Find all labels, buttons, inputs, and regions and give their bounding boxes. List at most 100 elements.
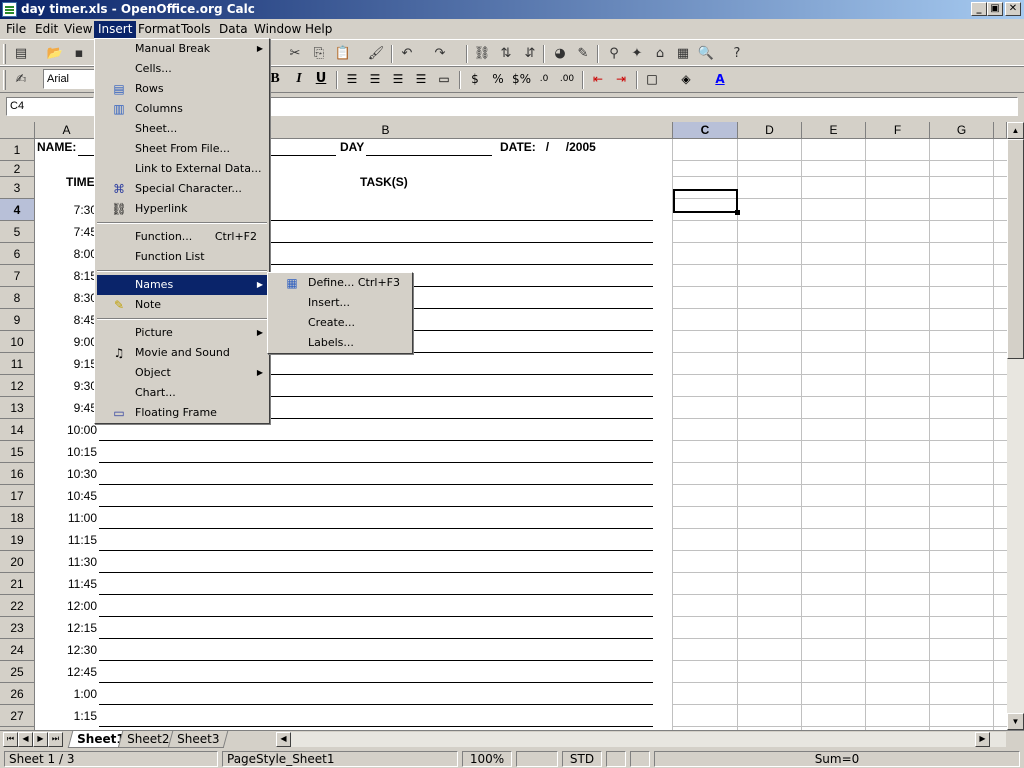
find-replace-icon[interactable]: ⚲: [605, 45, 623, 63]
toolbar-grip[interactable]: [3, 44, 6, 64]
column-header-f[interactable]: F: [866, 122, 930, 139]
menu-item-link-external-data[interactable]: Link to External Data...: [97, 159, 267, 179]
background-color-icon[interactable]: ◈: [677, 70, 695, 88]
next-sheet-icon[interactable]: ▶: [33, 732, 48, 747]
row-header[interactable]: 11: [0, 353, 35, 375]
row-header[interactable]: 3: [0, 177, 35, 199]
last-sheet-icon[interactable]: ⏭: [48, 732, 63, 747]
menu-item-define[interactable]: ▦ Define... Ctrl+F3: [270, 273, 410, 293]
menu-item-create-name[interactable]: Create...: [270, 313, 410, 333]
styles-icon[interactable]: ✍: [12, 71, 30, 89]
column-header-h[interactable]: [994, 122, 1007, 139]
menu-item-hyperlink[interactable]: ⛓ Hyperlink: [97, 199, 267, 219]
active-cell-cursor[interactable]: [673, 189, 740, 215]
menu-view[interactable]: View: [60, 21, 96, 38]
font-name-input[interactable]: Arial: [43, 69, 98, 89]
navigator-icon[interactable]: ✦: [628, 45, 646, 63]
row-header[interactable]: 4: [0, 199, 35, 221]
row-header[interactable]: 13: [0, 397, 35, 419]
menu-item-insert-name[interactable]: Insert...: [270, 293, 410, 313]
menu-item-object[interactable]: Object ▶: [97, 363, 267, 383]
add-decimal-icon[interactable]: .0: [535, 70, 553, 88]
open-icon[interactable]: 📂: [46, 45, 64, 63]
menu-item-note[interactable]: ✎ Note: [97, 295, 267, 315]
increase-indent-icon[interactable]: ⇥: [612, 70, 630, 88]
undo-icon[interactable]: ↶: [398, 45, 416, 63]
row-header[interactable]: 25: [0, 661, 35, 683]
menu-item-floating-frame[interactable]: ▭ Floating Frame: [97, 403, 267, 423]
insert-chart-icon[interactable]: ◕: [551, 45, 569, 63]
menu-item-cells[interactable]: Cells...: [97, 59, 267, 79]
show-draw-functions-icon[interactable]: ✎: [574, 45, 592, 63]
menu-item-labels[interactable]: Labels...: [270, 333, 410, 353]
minimize-button[interactable]: _: [971, 2, 987, 16]
toolbar-grip[interactable]: [3, 70, 6, 90]
row-header[interactable]: 1: [0, 139, 35, 161]
gallery-icon[interactable]: ⌂: [651, 45, 669, 63]
row-header[interactable]: 21: [0, 573, 35, 595]
decrease-indent-icon[interactable]: ⇤: [589, 70, 607, 88]
copy-icon[interactable]: ⎘: [310, 45, 328, 63]
menu-item-sheet-from-file[interactable]: Sheet From File...: [97, 139, 267, 159]
menu-tools[interactable]: Tools: [177, 21, 215, 38]
row-header[interactable]: 16: [0, 463, 35, 485]
menu-item-special-character[interactable]: ⌘ Special Character...: [97, 179, 267, 199]
merge-cells-icon[interactable]: ▭: [435, 70, 453, 88]
menu-item-picture[interactable]: Picture ▶: [97, 323, 267, 343]
sheet-tab-sheet3[interactable]: Sheet3: [167, 731, 229, 748]
row-header[interactable]: 10: [0, 331, 35, 353]
row-header[interactable]: 5: [0, 221, 35, 243]
help-icon[interactable]: ?: [728, 45, 746, 63]
row-header[interactable]: 23: [0, 617, 35, 639]
cut-icon[interactable]: ✂: [286, 45, 304, 63]
name-box[interactable]: C4: [6, 97, 94, 116]
paste-icon[interactable]: 📋: [334, 45, 352, 63]
menu-item-function-list[interactable]: Function List: [97, 247, 267, 267]
sort-descending-icon[interactable]: ⇵: [521, 45, 539, 63]
menu-help[interactable]: Help: [301, 21, 336, 38]
vertical-scroll-thumb[interactable]: [1007, 139, 1024, 359]
italic-button[interactable]: I: [290, 70, 308, 88]
row-header[interactable]: 24: [0, 639, 35, 661]
menu-edit[interactable]: Edit: [31, 21, 62, 38]
row-header[interactable]: 27: [0, 705, 35, 727]
align-right-icon[interactable]: ☰: [389, 70, 407, 88]
borders-icon[interactable]: □: [643, 70, 661, 88]
clone-formatting-icon[interactable]: 🖌: [367, 45, 385, 63]
selection-mode-status[interactable]: STD: [562, 751, 602, 767]
menu-item-function[interactable]: Function... Ctrl+F2: [97, 227, 267, 247]
scroll-right-arrow-icon[interactable]: ▶: [975, 732, 990, 747]
underline-button[interactable]: U: [312, 70, 330, 88]
row-header[interactable]: 17: [0, 485, 35, 507]
redo-icon[interactable]: ↷: [431, 45, 449, 63]
row-header[interactable]: 22: [0, 595, 35, 617]
row-header[interactable]: 14: [0, 419, 35, 441]
zoom-icon[interactable]: 🔍: [697, 45, 715, 63]
menu-item-movie-and-sound[interactable]: ♫ Movie and Sound: [97, 343, 267, 363]
justify-icon[interactable]: ☰: [412, 70, 430, 88]
close-button[interactable]: ✕: [1005, 2, 1021, 16]
scroll-up-arrow-icon[interactable]: ▲: [1007, 122, 1024, 139]
menu-item-rows[interactable]: ▤ Rows: [97, 79, 267, 99]
row-header[interactable]: 8: [0, 287, 35, 309]
row-header[interactable]: 6: [0, 243, 35, 265]
maximize-button[interactable]: ▣: [987, 2, 1003, 16]
menu-file[interactable]: File: [2, 21, 30, 38]
row-header[interactable]: 12: [0, 375, 35, 397]
row-header[interactable]: 15: [0, 441, 35, 463]
menu-item-sheet[interactable]: Sheet...: [97, 119, 267, 139]
menu-insert[interactable]: Insert: [94, 21, 137, 38]
sum-status[interactable]: Sum=0: [654, 751, 1020, 767]
row-header[interactable]: 19: [0, 529, 35, 551]
column-header-c[interactable]: C: [673, 122, 738, 139]
scroll-left-arrow-icon[interactable]: ◀: [276, 732, 291, 747]
sort-ascending-icon[interactable]: ⇅: [497, 45, 515, 63]
new-document-icon[interactable]: ▤: [12, 45, 30, 63]
row-header[interactable]: 18: [0, 507, 35, 529]
align-center-icon[interactable]: ☰: [366, 70, 384, 88]
percent-format-icon[interactable]: %: [489, 70, 507, 88]
column-header-g[interactable]: G: [930, 122, 994, 139]
menu-item-manual-break[interactable]: Manual Break ▶: [97, 39, 267, 59]
delete-decimal-icon[interactable]: .00: [558, 70, 576, 88]
menu-item-chart[interactable]: Chart...: [97, 383, 267, 403]
